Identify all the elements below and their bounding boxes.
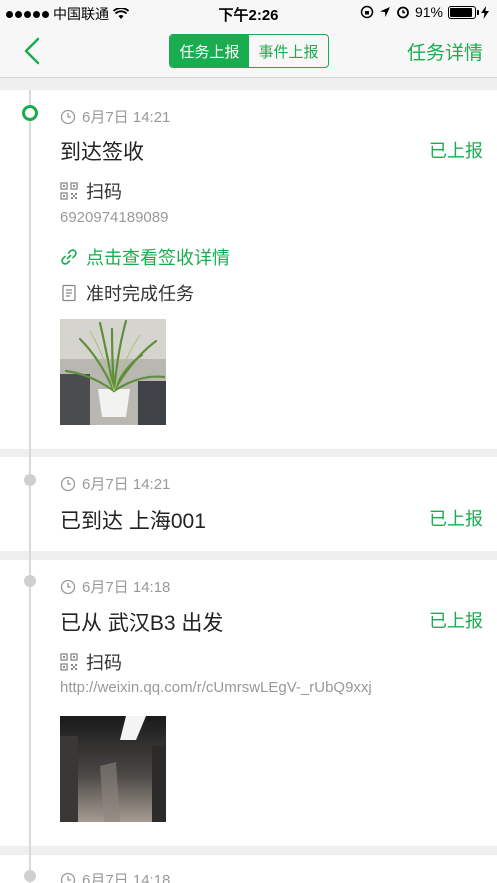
status-badge: 已上报 <box>429 509 483 529</box>
timeline-dot-current <box>22 105 38 121</box>
navigation-bar: 任务上报 事件上报 任务详情 <box>0 24 497 78</box>
task-details-button[interactable]: 任务详情 <box>407 38 483 65</box>
clock-icon <box>60 476 76 491</box>
entry-time-text: 6月7日 14:21 <box>82 109 171 126</box>
document-icon <box>62 284 76 302</box>
scan-row: 扫码 <box>60 178 122 204</box>
timeline-dot <box>24 474 36 486</box>
qr-code-icon <box>60 653 78 671</box>
tab-event-report[interactable]: 事件上报 <box>249 35 328 67</box>
entry-time: 6月7日 14:18 <box>60 869 170 883</box>
timeline-entry: 6月7日 14:21 已到达 上海001 已上报 <box>0 457 497 551</box>
rotation-lock-icon <box>360 5 374 19</box>
status-badge: 已上报 <box>429 141 483 161</box>
status-right: 91% <box>360 4 489 20</box>
alarm-icon <box>397 6 409 19</box>
entry-time: 6月7日 14:18 <box>60 576 170 597</box>
entry-time-text: 6月7日 14:18 <box>82 872 171 883</box>
timeline-line <box>29 90 31 883</box>
status-bar: 中国联通 下午2:26 91% <box>0 0 497 24</box>
link-text[interactable]: 点击查看签收详情 <box>86 244 230 270</box>
timeline-dot <box>24 575 36 587</box>
battery-icon <box>448 5 479 19</box>
qr-code-icon <box>60 182 78 200</box>
charging-bolt-icon <box>481 5 489 19</box>
scan-value: http://weixin.qq.com/r/cUmrswLEgV-_rUbQ9… <box>60 679 372 696</box>
battery-level <box>450 7 472 17</box>
timeline-entry: 6月7日 14:18 <box>0 855 497 883</box>
scan-row: 扫码 <box>60 649 122 675</box>
entry-time: 6月7日 14:21 <box>60 106 170 127</box>
back-chevron-icon[interactable] <box>18 36 48 66</box>
entry-title: 已到达 上海001 <box>60 510 206 533</box>
view-signing-details-link[interactable]: 点击查看签收详情 <box>60 244 230 270</box>
entry-time: 6月7日 14:21 <box>60 473 170 494</box>
clock-icon <box>60 109 76 124</box>
note-row: 准时完成任务 <box>60 280 194 306</box>
timeline-entry: 6月7日 14:21 到达签收 已上报 扫码 6920974189089 点击查… <box>0 90 497 449</box>
clock-icon <box>60 872 76 883</box>
entry-time-text: 6月7日 14:18 <box>82 579 171 596</box>
location-arrow-icon <box>379 7 390 17</box>
timeline-entry: 6月7日 14:18 已从 武汉B3 出发 已上报 扫码 http://weix… <box>0 560 497 846</box>
tab-task-report[interactable]: 任务上报 <box>170 35 249 67</box>
timeline-dot <box>24 870 36 882</box>
scan-label: 扫码 <box>86 182 122 202</box>
battery-percent: 91% <box>414 4 443 20</box>
clock-icon <box>60 579 76 594</box>
plant-photo[interactable] <box>60 319 166 425</box>
note-text: 准时完成任务 <box>86 284 194 304</box>
entry-title: 已从 武汉B3 出发 <box>60 612 224 635</box>
link-icon <box>61 249 77 265</box>
entry-time-text: 6月7日 14:21 <box>82 476 171 493</box>
dark-room-photo[interactable] <box>60 716 166 822</box>
status-badge: 已上报 <box>429 611 483 631</box>
scan-label: 扫码 <box>86 653 122 673</box>
report-type-segmented-control: 任务上报 事件上报 <box>169 34 329 68</box>
entry-title: 到达签收 <box>60 141 144 164</box>
scan-value: 6920974189089 <box>60 209 169 226</box>
